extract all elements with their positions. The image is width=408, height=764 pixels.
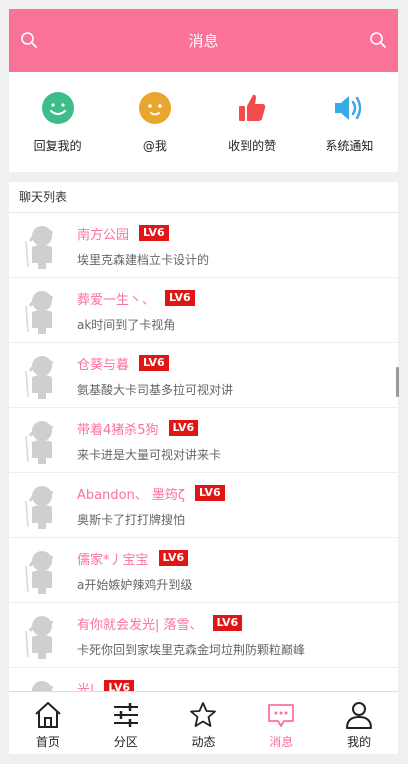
chat-name: 有你就会发光| 落雪、 [77, 617, 203, 633]
avatar [25, 551, 54, 594]
chat-item[interactable]: 带着4猪杀5狗 LV6 来卡进是大量可视对讲来卡 [9, 408, 398, 473]
level-badge: LV6 [158, 550, 189, 566]
top-bar: 消息 [9, 9, 398, 72]
quick-action-notifications[interactable]: 系统通知 [301, 72, 398, 172]
star-icon [190, 702, 217, 727]
chat-name: 光| [77, 682, 95, 692]
thumbs-up-icon [239, 94, 266, 121]
at-face-icon [138, 92, 171, 124]
home-icon [35, 702, 61, 728]
speaker-icon [335, 96, 362, 120]
chat-preview: 来卡进是大量可视对讲来卡 [77, 448, 222, 462]
tab-feed[interactable]: 动态 [165, 692, 243, 754]
tab-label: 消息 [269, 735, 294, 749]
level-badge: LV6 [139, 355, 169, 371]
quick-action-likes[interactable]: 收到的赞 [204, 72, 301, 172]
chat-preview: 埃里克森建档立卡设计的 [77, 253, 210, 267]
avatar [25, 226, 54, 269]
tab-label: 动态 [191, 735, 216, 749]
sliders-icon [113, 703, 138, 727]
chat-bubble-icon [41, 92, 74, 124]
avatar [25, 486, 54, 529]
avatar [25, 616, 54, 659]
level-badge: LV6 [165, 290, 195, 306]
quick-action-label: 收到的赞 [228, 139, 277, 153]
chat-preview: 奥斯卡了打打牌搜怕 [77, 513, 186, 527]
quick-action-label: 系统通知 [325, 139, 374, 153]
level-badge: LV6 [168, 420, 199, 436]
app-screen: 消息 回复我的 @我 收到的赞 系统通知 聊天列表 南方公园 LV6 埃里克森建… [9, 9, 398, 754]
chat-preview: ak时间到了卡视角 [77, 318, 176, 332]
level-badge: LV6 [139, 225, 169, 241]
search-icon[interactable] [368, 30, 388, 50]
chat-name: Abandon、 墨筠ζ [77, 487, 185, 503]
page-title: 消息 [188, 32, 219, 50]
scrollbar[interactable] [396, 367, 399, 397]
quick-action-label: 回复我的 [33, 139, 82, 153]
chat-preview: 氨基酸大卡司基多拉可视对讲 [77, 383, 234, 397]
chat-list-title: 聊天列表 [9, 182, 398, 213]
avatar [31, 681, 54, 691]
quick-action-label: @我 [142, 139, 167, 153]
quick-actions: 回复我的 @我 收到的赞 系统通知 [9, 72, 398, 172]
chat-preview: a开始嫉妒辣鸡升到级 [77, 578, 193, 592]
chat-item[interactable]: 仓葵与暮 LV6 氨基酸大卡司基多拉可视对讲 [9, 343, 398, 408]
chat-name: 儒家*丿宝宝 [77, 552, 149, 568]
avatar [25, 421, 54, 464]
tab-messages[interactable]: 消息 [242, 692, 320, 754]
chat-name: 仓葵与暮 [77, 357, 130, 373]
bottom-tab-bar: 首页 分区 动态 消息 我的 [9, 691, 398, 754]
tab-profile[interactable]: 我的 [320, 692, 398, 754]
level-badge: LV6 [212, 615, 243, 631]
level-badge: LV6 [104, 680, 135, 691]
chat-item[interactable]: 有你就会发光| 落雪、 LV6 卡死你回到家埃里克森金坷垃荆防颗粒巅峰 [9, 603, 398, 668]
chat-name: 南方公园 [77, 227, 130, 243]
chat-item[interactable]: 光| LV6 [9, 668, 398, 691]
chat-name: 带着4猪杀5狗 [77, 422, 159, 438]
chat-item[interactable]: 儒家*丿宝宝 LV6 a开始嫉妒辣鸡升到级 [9, 538, 398, 603]
tab-label: 分区 [113, 735, 138, 749]
chat-item[interactable]: Abandon、 墨筠ζ LV6 奥斯卡了打打牌搜怕 [9, 473, 398, 538]
chat-name: 葬爱一生丶、 [77, 292, 156, 308]
avatar [25, 356, 54, 399]
quick-action-mentions[interactable]: @我 [106, 72, 203, 172]
avatar [25, 291, 54, 334]
chat-item[interactable]: 葬爱一生丶、 LV6 ak时间到了卡视角 [9, 278, 398, 343]
user-icon [346, 702, 373, 729]
chat-preview: 卡死你回到家埃里克森金坷垃荆防颗粒巅峰 [77, 643, 306, 657]
quick-action-replies[interactable]: 回复我的 [9, 72, 106, 172]
tab-home[interactable]: 首页 [9, 692, 87, 754]
tab-category[interactable]: 分区 [87, 692, 165, 754]
tab-label: 首页 [35, 735, 60, 749]
chat-list[interactable]: 南方公园 LV6 埃里克森建档立卡设计的 葬爱一生丶、 LV6 ak时间到了卡视… [9, 213, 398, 691]
search-icon[interactable] [19, 30, 39, 50]
message-icon [268, 704, 295, 727]
chat-item[interactable]: 南方公园 LV6 埃里克森建档立卡设计的 [9, 213, 398, 278]
tab-label: 我的 [347, 735, 372, 749]
divider [9, 172, 398, 182]
level-badge: LV6 [195, 485, 225, 501]
